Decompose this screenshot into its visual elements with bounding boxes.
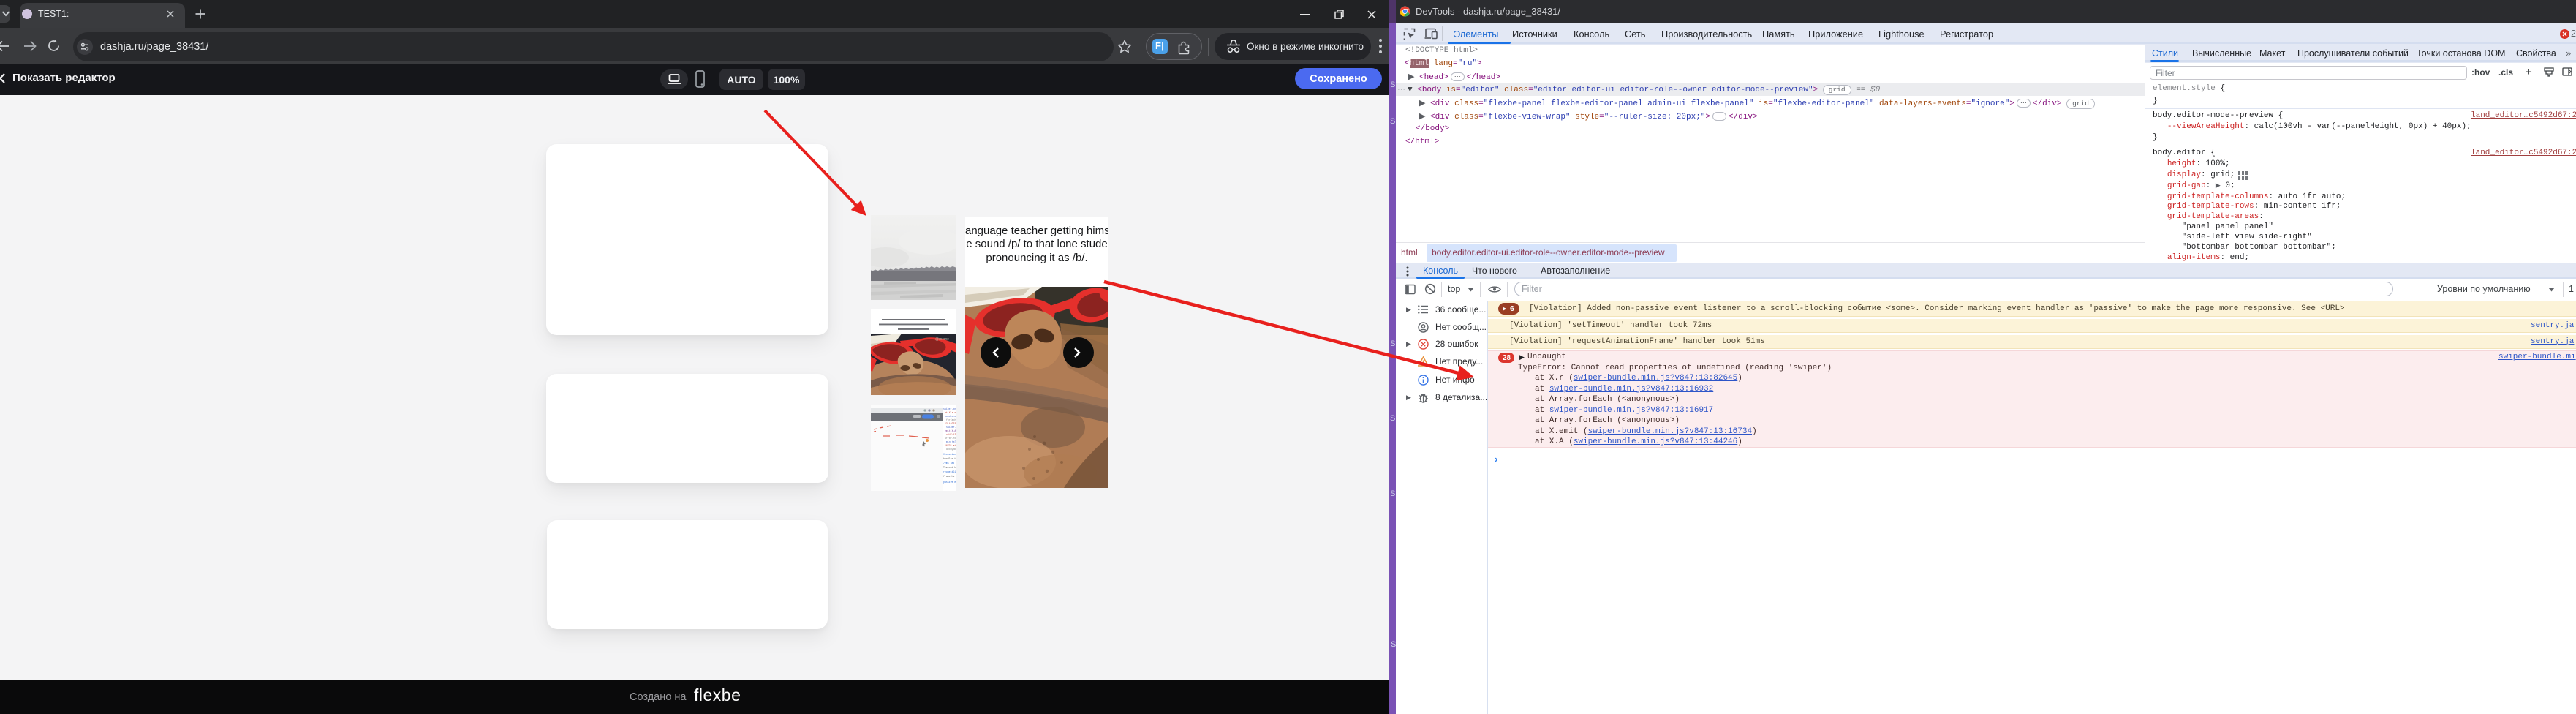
svg-text:72ms set: 72ms set [943, 462, 954, 465]
svg-text:Violation: Violation [943, 453, 956, 456]
svg-text:emit X.A: emit X.A [945, 429, 956, 432]
svg-text:v847:13: v847:13 [946, 433, 956, 436]
svg-text:16734 at: 16734 at [945, 444, 956, 447]
svg-text:Timeout h: Timeout h [943, 466, 956, 469]
svg-text:passive e: passive e [943, 481, 956, 484]
svg-text:bundle.min: bundle.min [945, 415, 956, 418]
svg-text:request51: request51 [943, 470, 956, 473]
svg-text:frame ha: frame ha [943, 475, 954, 478]
svg-text:anonymous: anonymous [946, 448, 956, 451]
svg-text:Array.fo: Array.fo [945, 437, 956, 440]
svg-text:at X.r swi: at X.r swi [945, 411, 956, 414]
svg-text:forEach an: forEach an [946, 418, 956, 421]
svg-text:13:16932: 13:16932 [945, 422, 956, 425]
svg-text:@meme: @meme [935, 337, 949, 342]
svg-text:swiper.js: swiper.js [946, 426, 956, 429]
svg-text:handler t: handler t [943, 457, 956, 460]
svg-text:min.js?v: min.js?v [946, 440, 956, 443]
svg-text:swiper-bnd: swiper-bnd [943, 407, 956, 410]
